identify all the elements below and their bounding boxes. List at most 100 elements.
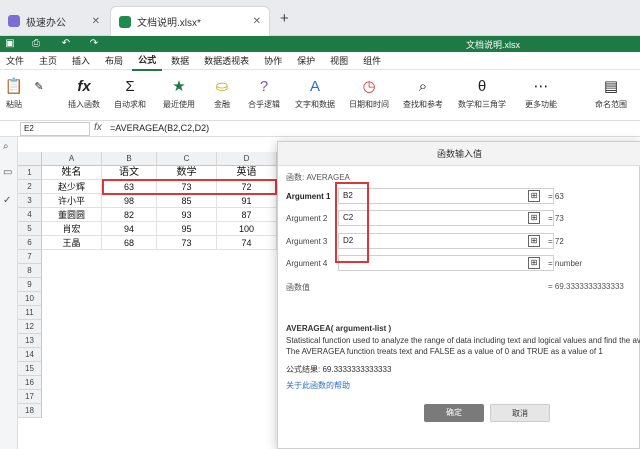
- range-select-icon[interactable]: ⊞: [528, 212, 540, 224]
- row-header[interactable]: 8: [18, 264, 42, 278]
- row-header[interactable]: 18: [18, 404, 42, 418]
- table-cell[interactable]: 赵少辉: [42, 180, 102, 194]
- argument-2-input[interactable]: C2: [338, 210, 554, 226]
- argument-1-input[interactable]: B2: [338, 188, 554, 204]
- table-cell[interactable]: 董圆圆: [42, 208, 102, 222]
- table-cell[interactable]: 82: [102, 208, 157, 222]
- undo-icon[interactable]: ↶: [60, 38, 72, 50]
- select-all-corner[interactable]: [18, 152, 42, 166]
- logic-button[interactable]: ? 合乎逻辑: [242, 75, 286, 110]
- row-header[interactable]: 9: [18, 278, 42, 292]
- help-link[interactable]: 关于此函数的帮助: [286, 380, 350, 391]
- close-icon[interactable]: ✕: [92, 16, 100, 27]
- row-header[interactable]: 2: [18, 180, 42, 194]
- spellcheck-icon[interactable]: ✓: [3, 195, 11, 206]
- row-header[interactable]: 1: [18, 166, 42, 180]
- autosum-button[interactable]: Σ 自动求和: [108, 75, 152, 110]
- menu-collab[interactable]: 协作: [258, 52, 288, 70]
- row-header[interactable]: 7: [18, 250, 42, 264]
- text-data-button[interactable]: A 文字和数据: [290, 75, 340, 110]
- argument-1-label: Argument 1: [286, 192, 331, 201]
- table-cell[interactable]: 94: [102, 222, 157, 236]
- range-select-icon[interactable]: ⊞: [528, 235, 540, 247]
- math-button[interactable]: θ 数学和三角学: [452, 75, 512, 110]
- title-bar: ▣ ⎙ ↶ ↷ 文档说明.xlsx: [0, 36, 640, 52]
- menu-component[interactable]: 组件: [357, 52, 387, 70]
- menu-pivot[interactable]: 数据透视表: [198, 52, 255, 70]
- header-cell[interactable]: 数学: [157, 166, 217, 180]
- header-cell[interactable]: 语文: [102, 166, 157, 180]
- row-header[interactable]: 6: [18, 236, 42, 250]
- column-header-a[interactable]: A: [42, 152, 102, 166]
- table-cell[interactable]: 91: [217, 194, 277, 208]
- row-header[interactable]: 11: [18, 306, 42, 320]
- table-cell[interactable]: 98: [102, 194, 157, 208]
- more-functions-button[interactable]: ⋯ 更多功能: [518, 75, 564, 110]
- table-cell[interactable]: 73: [157, 236, 217, 250]
- range-select-icon[interactable]: ⊞: [528, 257, 540, 269]
- function-description: Statistical function used to analyze the…: [286, 336, 640, 345]
- menu-view[interactable]: 视图: [324, 52, 354, 70]
- search-icon[interactable]: ⌕: [3, 141, 9, 152]
- fx-icon[interactable]: fx: [94, 122, 102, 133]
- close-icon[interactable]: ✕: [253, 16, 261, 27]
- format-painter-button[interactable]: ✎: [28, 75, 44, 99]
- menu-home[interactable]: 主页: [33, 52, 63, 70]
- redo-icon[interactable]: ↷: [88, 38, 100, 50]
- table-cell[interactable]: 100: [217, 222, 277, 236]
- row-header[interactable]: 12: [18, 320, 42, 334]
- range-select-icon[interactable]: ⊞: [528, 190, 540, 202]
- menu-formula[interactable]: 公式: [132, 51, 163, 71]
- finance-button[interactable]: ⛀ 金融: [204, 75, 240, 110]
- argument-3-input[interactable]: D2: [338, 233, 554, 249]
- row-header[interactable]: 13: [18, 334, 42, 348]
- table-cell[interactable]: 74: [217, 236, 277, 250]
- formula-input[interactable]: =AVERAGEA(B2,C2,D2): [110, 123, 209, 133]
- paste-button[interactable]: 📋 粘贴: [2, 75, 26, 110]
- table-cell[interactable]: 85: [157, 194, 217, 208]
- row-header[interactable]: 17: [18, 390, 42, 404]
- header-cell[interactable]: 姓名: [42, 166, 102, 180]
- add-tab-button[interactable]: +: [280, 10, 289, 27]
- column-header-d[interactable]: D: [217, 152, 277, 166]
- menu-data[interactable]: 数据: [165, 52, 195, 70]
- ok-button[interactable]: 确定: [424, 404, 484, 422]
- table-cell[interactable]: 95: [157, 222, 217, 236]
- menu-insert[interactable]: 插入: [66, 52, 96, 70]
- row-header[interactable]: 14: [18, 348, 42, 362]
- cancel-button[interactable]: 取消: [490, 404, 550, 422]
- table-cell[interactable]: 王晶: [42, 236, 102, 250]
- coins-icon: ⛀: [215, 78, 229, 95]
- menu-layout[interactable]: 布局: [99, 52, 129, 70]
- table-cell[interactable]: 87: [217, 208, 277, 222]
- table-cell[interactable]: 68: [102, 236, 157, 250]
- table-cell[interactable]: 许小平: [42, 194, 102, 208]
- recent-button[interactable]: ★ 最近使用: [156, 75, 202, 110]
- table-cell[interactable]: 肖宏: [42, 222, 102, 236]
- insert-function-button[interactable]: fx 插入函数: [62, 75, 106, 110]
- row-header[interactable]: 15: [18, 362, 42, 376]
- column-header-c[interactable]: C: [157, 152, 217, 166]
- datetime-button[interactable]: ◷ 日期和时间: [344, 75, 394, 110]
- row-header[interactable]: 16: [18, 376, 42, 390]
- row-header[interactable]: 10: [18, 292, 42, 306]
- named-range-button[interactable]: ▤ 命名范围: [588, 75, 634, 110]
- row-header[interactable]: 3: [18, 194, 42, 208]
- tab-document[interactable]: 文档说明.xlsx* ✕: [110, 6, 270, 36]
- save-icon[interactable]: ▣: [4, 38, 16, 50]
- tab-home[interactable]: 极速办公 ✕: [0, 6, 108, 36]
- lookup-button[interactable]: ⌕ 查找和参考: [398, 75, 448, 110]
- ribbon: 📋 粘贴 ✎ fx 插入函数 Σ 自动求和 ★ 最近使用 ⛀ 金融 ? 合乎逻辑…: [0, 71, 640, 121]
- table-cell[interactable]: 93: [157, 208, 217, 222]
- row-header[interactable]: 5: [18, 222, 42, 236]
- comment-icon[interactable]: ▭: [3, 167, 12, 178]
- question-icon: ?: [259, 77, 269, 95]
- print-icon[interactable]: ⎙: [30, 38, 42, 50]
- argument-4-input[interactable]: [338, 255, 554, 271]
- menu-file[interactable]: 文件: [0, 52, 30, 70]
- name-box[interactable]: E2: [20, 122, 90, 136]
- column-header-b[interactable]: B: [102, 152, 157, 166]
- menu-protect[interactable]: 保护: [291, 52, 321, 70]
- row-header[interactable]: 4: [18, 208, 42, 222]
- header-cell[interactable]: 英语: [217, 166, 277, 180]
